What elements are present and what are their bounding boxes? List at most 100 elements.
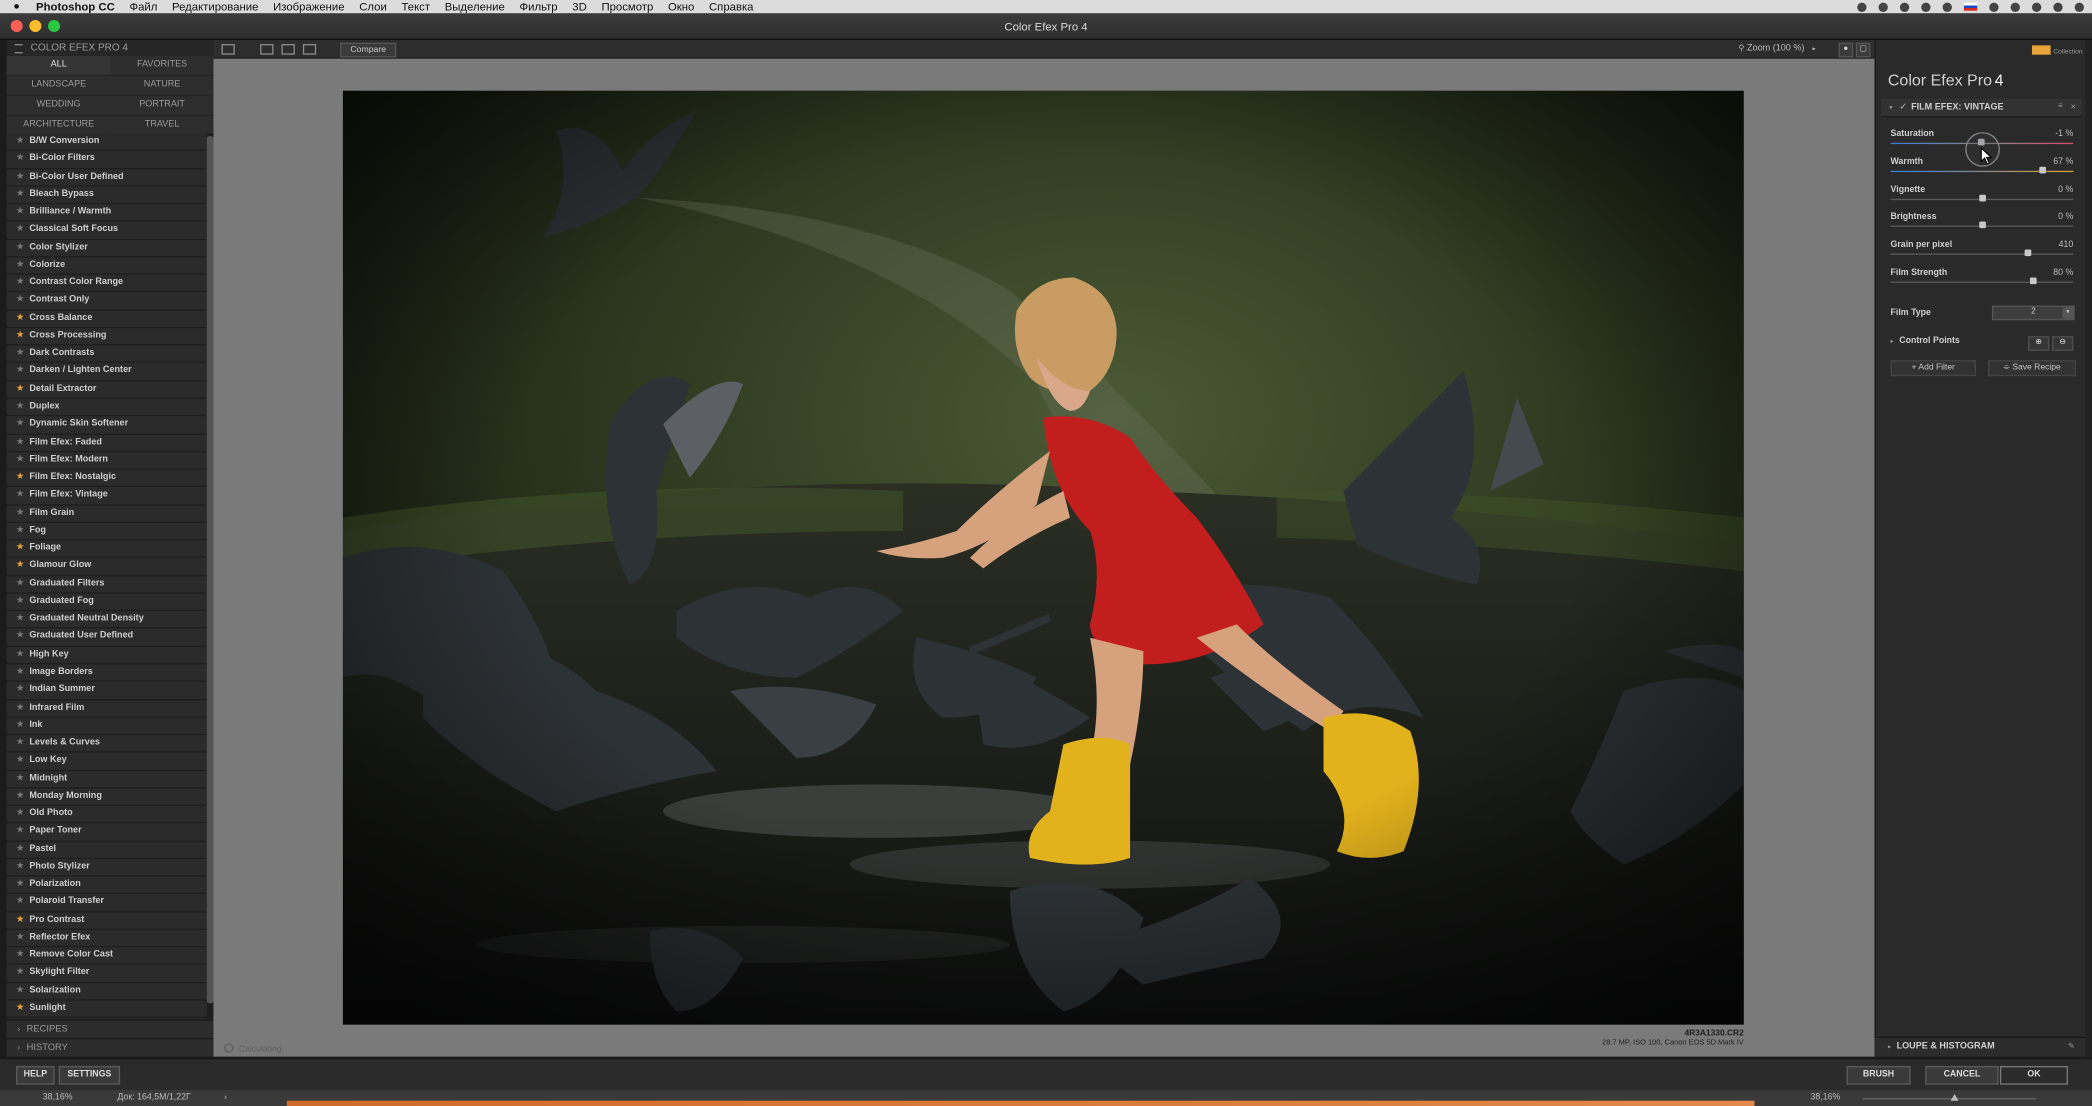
user-avatar-icon[interactable] [2053,2,2063,12]
filter-item[interactable]: ★ Bi-Color Filters [6,151,207,169]
filter-item[interactable]: ★ Skylight Filter [6,965,207,983]
category-landscape[interactable]: LANDSCAPE [6,76,111,97]
loupe-histogram-section[interactable]: ▸ LOUPE & HISTOGRAM ✎ [1874,1036,2086,1057]
slider-value[interactable]: 67 % [2053,157,2073,166]
filter-item[interactable]: ★ Darken / Lighten Center [6,363,207,382]
star-icon[interactable]: ★ [13,965,26,981]
filter-item[interactable]: ★ Solarization [6,982,207,1001]
star-icon[interactable]: ★ [13,877,26,893]
save-recipe-button[interactable]: ⌯ Save Recipe [1987,360,2076,377]
star-icon[interactable]: ★ [13,293,26,309]
favorite-star-icon[interactable]: ★ [13,310,26,326]
recipes-section[interactable]: › RECIPES [6,1019,214,1038]
favorite-star-icon[interactable]: ★ [13,381,26,397]
star-icon[interactable]: ★ [13,187,26,203]
star-icon[interactable]: ★ [13,930,26,946]
filter-item[interactable]: ★ Bi-Color User Defined [6,168,207,187]
wifi-icon[interactable] [1921,2,1931,12]
status-menu-arrow-icon[interactable]: › [224,1090,227,1106]
slider-value[interactable]: 0 % [2058,185,2073,194]
star-icon[interactable]: ★ [13,452,26,468]
star-icon[interactable]: ★ [13,841,26,857]
zoom-level-left[interactable]: 38,16% [43,1090,73,1106]
expand-arrow-icon[interactable]: ▸ [1891,338,1894,346]
star-icon[interactable]: ★ [13,788,26,804]
remove-filter-icon[interactable]: × [2071,99,2076,116]
menu-app-name[interactable]: Photoshop CC [36,0,115,13]
brush-button[interactable]: BRUSH [1846,1066,1911,1085]
filter-item[interactable]: ★ Polaroid Transfer [6,894,207,913]
favorite-star-icon[interactable]: ★ [13,470,26,486]
filter-item[interactable]: ★ Detail Extractor [6,381,207,399]
star-icon[interactable]: ★ [13,487,26,503]
star-icon[interactable]: ★ [13,417,26,433]
star-icon[interactable]: ★ [13,434,26,450]
add-filter-button[interactable]: + Add Filter [1890,360,1976,377]
preview-image[interactable] [342,90,1744,1025]
star-icon[interactable]: ★ [13,133,26,149]
menu-type[interactable]: Текст [401,0,430,13]
filter-item[interactable]: ★ Graduated Neutral Density [6,611,207,629]
star-icon[interactable]: ★ [13,983,26,999]
expand-arrow-icon[interactable]: ▸ [1888,1043,1891,1051]
ok-button[interactable]: OK [1999,1066,2068,1085]
menu-filter[interactable]: Фильтр [519,0,557,13]
slider-handle[interactable] [1978,221,1986,229]
slider-track[interactable] [1890,281,2074,283]
hide-panel-icon[interactable] [221,44,235,55]
star-icon[interactable]: ★ [13,664,26,680]
filter-item[interactable]: ★ Film Efex: Modern [6,451,207,470]
filter-item[interactable]: ★ Colorize [6,257,207,276]
record-icon[interactable] [1857,2,1867,12]
slider-handle[interactable] [2029,277,2037,285]
zoom-control[interactable]: ⚲ Zoom (100 %) ▸ [1738,41,1815,57]
collapse-arrow-icon[interactable]: ▾ [1889,104,1892,112]
filter-item[interactable]: ★ High Key [6,646,207,665]
category-wedding[interactable]: WEDDING [6,96,111,117]
favorite-star-icon[interactable]: ★ [13,912,26,928]
filter-item[interactable]: ★ Classical Soft Focus [6,221,207,240]
creative-cloud-icon[interactable] [1878,2,1888,12]
menu-help[interactable]: Справка [709,0,754,13]
star-icon[interactable]: ★ [13,364,26,380]
menu-edit[interactable]: Редактирование [172,0,258,13]
filter-item[interactable]: ★ Paper Toner [6,823,207,842]
star-icon[interactable]: ★ [13,806,26,822]
star-icon[interactable]: ★ [13,523,26,539]
star-icon[interactable]: ★ [13,629,26,645]
menu-view[interactable]: Просмотр [601,0,653,13]
add-negative-control-point-icon[interactable]: ⊖ [2051,336,2074,351]
filter-item[interactable]: ★ Contrast Only [6,292,207,311]
star-icon[interactable]: ★ [13,859,26,875]
filter-options-icon[interactable]: ≡ [2058,99,2063,116]
zoom-dropdown-arrow-icon[interactable]: ▸ [1812,45,1815,53]
apple-icon[interactable]: ● [13,0,26,13]
filter-item[interactable]: ★ Photo Stylizer [6,859,207,877]
single-view-icon[interactable] [260,44,274,55]
filter-item[interactable]: ★ Film Efex: Faded [6,434,207,452]
filter-item[interactable]: ★ Graduated Fog [6,593,207,612]
favorite-star-icon[interactable]: ★ [13,1001,26,1017]
input-language-flag-icon[interactable] [1963,2,1978,11]
filter-item[interactable]: ★ Dynamic Skin Softener [6,416,207,435]
slider-handle[interactable] [1978,194,1986,201]
filter-item[interactable]: ★ Film Grain [6,505,207,523]
filter-list-scrollbar[interactable] [206,133,214,1055]
side-by-side-view-icon[interactable] [302,44,317,55]
filter-item[interactable]: ★ Foliage [6,540,207,559]
star-icon[interactable]: ★ [13,735,26,751]
slider-handle[interactable] [2024,249,2031,257]
active-filter-header[interactable]: ▾ ✓ FILM EFEX: VINTAGE ≡ × [1881,98,2082,118]
menu-layers[interactable]: Слои [359,0,387,13]
settings-button[interactable]: SETTINGS [58,1066,121,1085]
filter-item[interactable]: ★ Fog [6,522,207,541]
filter-item[interactable]: ★ Glamour Glow [6,558,207,576]
film-type-select[interactable]: 2 ▾ [1991,305,2075,321]
filter-item[interactable]: ★ Duplex [6,398,207,417]
filter-item[interactable]: ★ Remove Color Cast [6,947,207,966]
filter-item[interactable]: ★ Monday Morning [6,788,207,806]
filter-item[interactable]: ★ Bleach Bypass [6,186,207,205]
filter-item[interactable]: ★ Polarization [6,876,207,895]
star-icon[interactable]: ★ [13,257,26,273]
slider-value[interactable]: -1 % [2055,129,2073,138]
